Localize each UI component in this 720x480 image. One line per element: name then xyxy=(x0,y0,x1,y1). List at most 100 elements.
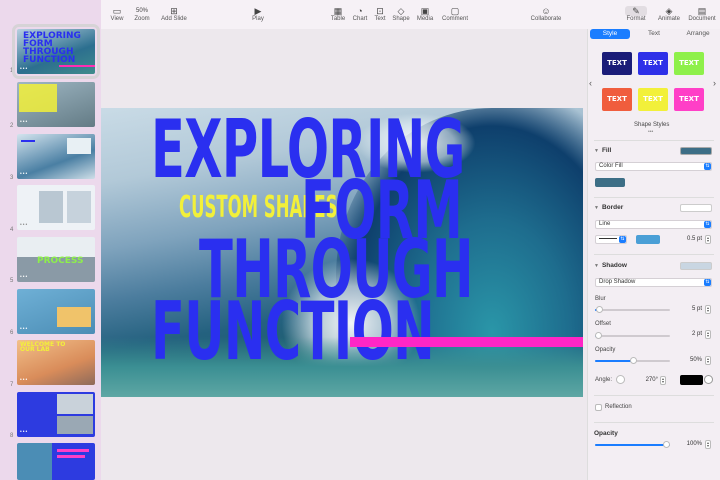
comment-button[interactable]: ▢ Comment xyxy=(441,6,469,22)
thumbnail-accent-bar xyxy=(59,65,95,67)
slide-thumbnail-9[interactable] xyxy=(17,443,95,480)
headline-line-4[interactable]: FUNCTION xyxy=(151,292,435,372)
border-type-select[interactable]: Line ⇅ xyxy=(595,220,712,229)
thumbnail-title: EXPLORING FORM THROUGH FUNCTION xyxy=(23,31,81,66)
fill-section-header[interactable]: ▼ Fill xyxy=(594,147,611,154)
border-color-well[interactable] xyxy=(636,235,660,244)
thumbnail-title: WELCOME TO OUR LAB xyxy=(20,341,66,354)
shadow-color-well[interactable] xyxy=(680,375,703,385)
slide-thumbnail-5[interactable]: PROCESS ••• xyxy=(17,237,95,282)
zoom-value: 50% xyxy=(135,8,148,14)
chevron-right-icon[interactable]: › xyxy=(713,78,716,88)
shadow-opacity-stepper[interactable]: ▴ ▾ xyxy=(705,356,711,365)
fill-color-well[interactable] xyxy=(595,178,625,187)
shadow-section-header[interactable]: ▼ Shadow xyxy=(594,262,627,269)
thumbnail-text-block xyxy=(19,84,57,112)
collaborate-button[interactable]: ☺ Collaborate xyxy=(528,6,564,22)
animate-button[interactable]: ◈ Animate xyxy=(656,6,682,22)
slide-number: 8 xyxy=(10,433,14,439)
thumbnail-indicator: ••• xyxy=(20,274,29,280)
tab-text[interactable]: Text xyxy=(634,29,674,39)
document-button[interactable]: ▤ Document xyxy=(687,6,717,22)
opacity-stepper[interactable]: ▴ ▾ xyxy=(705,440,711,449)
shape-style-swatch-1[interactable]: TEXT xyxy=(602,52,632,75)
shape-style-swatch-2[interactable]: TEXT xyxy=(638,52,668,75)
page-dots: ••• xyxy=(648,129,654,135)
opacity-field[interactable]: 100% xyxy=(672,440,702,449)
add-slide-button[interactable]: ⊞ Add Slide xyxy=(159,6,189,22)
shadow-opacity-knob[interactable] xyxy=(630,357,637,364)
shadow-type-select[interactable]: Drop Shadow ⇅ xyxy=(595,278,712,287)
tab-style[interactable]: Style xyxy=(590,29,630,39)
shadow-opacity-slider[interactable] xyxy=(595,357,670,364)
slide-number: 4 xyxy=(10,227,14,233)
border-width-field[interactable]: 0.5 pt xyxy=(672,235,702,244)
chevron-updown-icon: ⇅ xyxy=(704,279,711,286)
blur-field[interactable]: 5 pt xyxy=(672,305,702,314)
slide-thumbnail-2[interactable]: ••• xyxy=(17,82,95,127)
shape-icon: ◇ xyxy=(397,6,405,16)
reflection-checkbox[interactable] xyxy=(595,404,602,411)
play-button[interactable]: ▶ Play xyxy=(249,6,267,22)
angle-dial[interactable] xyxy=(616,375,625,384)
fill-color-button[interactable] xyxy=(680,147,712,155)
opacity-slider[interactable] xyxy=(595,441,670,448)
offset-slider[interactable] xyxy=(595,332,670,339)
shadow-opacity-field[interactable]: 50% xyxy=(672,356,702,365)
border-section-header[interactable]: ▼ Border xyxy=(594,204,623,211)
divider xyxy=(594,254,714,255)
offset-slider-knob[interactable] xyxy=(595,332,602,339)
text-button[interactable]: ⊡ Text xyxy=(373,6,387,22)
angle-field[interactable]: 270° xyxy=(630,376,658,385)
chart-button[interactable]: ◔ Chart xyxy=(351,6,369,22)
offset-stepper[interactable]: ▴ ▾ xyxy=(705,330,711,339)
slide-thumbnail-7[interactable]: WELCOME TO OUR LAB ••• xyxy=(17,340,95,385)
zoom-button[interactable]: 50% Zoom xyxy=(131,6,153,22)
slide-thumbnail-6[interactable]: ••• xyxy=(17,289,95,334)
thumbnail-title: PROCESS xyxy=(37,256,84,266)
plus-square-icon: ⊞ xyxy=(170,6,178,16)
border-width-stepper[interactable]: ▴ ▾ xyxy=(705,235,711,244)
thumbnail-image xyxy=(39,191,63,223)
line-style-select[interactable]: ⇅ xyxy=(595,235,627,244)
blur-label: Blur xyxy=(595,296,606,302)
media-button[interactable]: ▣ Media xyxy=(415,6,435,22)
color-wheel-icon[interactable] xyxy=(704,375,713,384)
border-preview-button[interactable] xyxy=(680,204,712,212)
slide-thumbnail-8[interactable]: ••• xyxy=(17,392,95,437)
table-button[interactable]: ▦ Table xyxy=(329,6,347,22)
thumbnail-indicator: ••• xyxy=(20,326,29,332)
view-button[interactable]: ▭ View xyxy=(106,6,128,22)
shape-style-swatch-3[interactable]: TEXT xyxy=(674,52,704,75)
divider xyxy=(594,395,714,396)
offset-field[interactable]: 2 pt xyxy=(672,330,702,339)
tab-arrange[interactable]: Arrange xyxy=(678,29,718,39)
blur-slider-knob[interactable] xyxy=(596,306,603,313)
blur-stepper[interactable]: ▴ ▾ xyxy=(705,305,711,314)
chevron-updown-icon: ⇅ xyxy=(704,221,711,228)
shape-style-swatch-6[interactable]: TEXT xyxy=(674,88,704,111)
fill-type-select[interactable]: Color Fill ⇅ xyxy=(595,162,712,171)
shape-style-swatch-5[interactable]: TEXT xyxy=(638,88,668,111)
slide-thumbnail-4[interactable]: ••• xyxy=(17,185,95,230)
shape-button[interactable]: ◇ Shape xyxy=(392,6,410,22)
photo-icon: ▣ xyxy=(420,6,430,16)
text-box-icon: ⊡ xyxy=(376,6,384,16)
thumbnail-image xyxy=(67,191,91,223)
opacity-slider-knob[interactable] xyxy=(663,441,670,448)
blur-slider[interactable] xyxy=(595,306,670,313)
format-button[interactable]: ✎ Format xyxy=(625,6,647,22)
paintbrush-icon: ✎ xyxy=(625,6,647,16)
slide-thumbnail-1[interactable]: EXPLORING FORM THROUGH FUNCTION ••• xyxy=(12,24,100,79)
slide[interactable]: EXPLORING CUSTOM SHAPES FORM THROUGH FUN… xyxy=(101,108,583,397)
chevron-updown-icon: ⇅ xyxy=(619,236,626,243)
thumbnail-chart xyxy=(57,307,91,327)
shape-style-swatch-4[interactable]: TEXT xyxy=(602,88,632,111)
divider xyxy=(594,140,714,141)
divider xyxy=(594,197,714,198)
chevron-left-icon[interactable]: ‹ xyxy=(589,78,592,88)
angle-stepper[interactable]: ▴ ▾ xyxy=(660,376,666,385)
slide-thumbnail-3[interactable]: ••• xyxy=(17,134,95,179)
shadow-preview-button[interactable] xyxy=(680,262,712,270)
accent-bar-shape[interactable] xyxy=(350,337,583,347)
